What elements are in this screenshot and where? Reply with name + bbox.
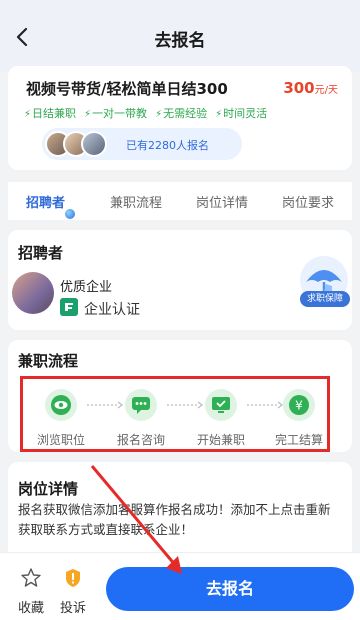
tab-requirements[interactable]: 岗位要求 bbox=[282, 192, 334, 211]
step-connector bbox=[87, 401, 123, 409]
step-label: 开始兼职 bbox=[196, 433, 245, 447]
tag: ⚡一对一带教 bbox=[84, 107, 148, 120]
step-connector bbox=[167, 401, 203, 409]
chat-icon bbox=[125, 389, 157, 421]
recruiter-name: 优质企业 bbox=[60, 280, 113, 295]
recruiter-section-title: 招聘者 bbox=[18, 244, 64, 262]
tab-recruiter[interactable]: 招聘者 bbox=[26, 192, 65, 211]
job-summary-card: 视频号带货/轻松简单日结300 300元/天 ⚡日结兼职 ⚡一对一带教 ⚡无需经… bbox=[8, 66, 352, 170]
monitor-icon bbox=[205, 389, 237, 421]
svg-text:¥: ¥ bbox=[295, 399, 303, 413]
step-connector bbox=[247, 401, 283, 409]
top-bar: 去报名 bbox=[0, 0, 360, 72]
recruiter-card: 招聘者 优质企业 企业认证 求职保障 bbox=[8, 230, 352, 330]
favorite-label: 收藏 bbox=[17, 601, 44, 616]
company-verified-icon bbox=[60, 298, 78, 316]
bolt-icon: ⚡ bbox=[155, 109, 163, 120]
job-tags: ⚡日结兼职 ⚡一对一带教 ⚡无需经验 ⚡时间灵活 bbox=[24, 105, 275, 121]
tab-details[interactable]: 岗位详情 bbox=[196, 192, 248, 211]
tab-process[interactable]: 兼职流程 bbox=[110, 192, 162, 211]
eye-icon bbox=[45, 389, 77, 421]
salary-amount: 300 bbox=[283, 79, 315, 97]
warning-shield-icon bbox=[66, 569, 80, 587]
avatar[interactable] bbox=[12, 272, 54, 314]
process-highlight-box: 浏览职位 报名咨询 开始兼职 ¥ 完工结算 bbox=[20, 376, 330, 452]
active-tab-indicator bbox=[65, 209, 75, 219]
details-card: 岗位详情 报名获取微信添加客服算作报名成功！添加不上点击重新获取联系方式或直接联… bbox=[8, 462, 352, 562]
tag: ⚡时间灵活 bbox=[215, 107, 268, 120]
bottom-action-bar: 收藏 投诉 去报名 bbox=[0, 552, 360, 620]
complaint-button[interactable]: 投诉 bbox=[56, 567, 90, 616]
process-section-title: 兼职流程 bbox=[18, 352, 79, 370]
favorite-button[interactable]: 收藏 bbox=[14, 567, 48, 616]
star-icon bbox=[21, 568, 41, 587]
process-step: 开始兼职 bbox=[189, 379, 253, 448]
job-title: 视频号带货/轻松简单日结300 bbox=[26, 80, 228, 98]
process-step: 报名咨询 bbox=[109, 379, 173, 448]
details-text: 报名获取微信添加客服算作报名成功！添加不上点击重新获取联系方式或直接联系企业！ bbox=[18, 502, 331, 537]
avatar bbox=[81, 131, 107, 157]
complaint-label: 投诉 bbox=[59, 601, 86, 616]
guarantee-label[interactable]: 求职保障 bbox=[300, 291, 350, 307]
section-tabs: 招聘者 兼职流程 岗位详情 岗位要求 bbox=[8, 182, 352, 220]
step-label: 报名咨询 bbox=[116, 433, 165, 447]
applicants-pill: 已有2280人报名 bbox=[42, 128, 242, 160]
applicant-avatars bbox=[45, 131, 107, 157]
verification-label: 企业认证 bbox=[84, 302, 140, 318]
details-section-title: 岗位详情 bbox=[18, 480, 79, 498]
process-step: ¥ 完工结算 bbox=[267, 379, 331, 448]
page-title: 去报名 bbox=[154, 31, 206, 51]
applied-count: 已有2280人报名 bbox=[126, 139, 209, 152]
tag: ⚡无需经验 bbox=[155, 107, 208, 120]
salary: 300元/天 bbox=[283, 79, 338, 97]
bolt-icon: ⚡ bbox=[24, 109, 32, 120]
tag: ⚡日结兼职 bbox=[24, 107, 77, 120]
process-step: 浏览职位 bbox=[29, 379, 93, 448]
step-label: 浏览职位 bbox=[36, 433, 85, 447]
apply-button[interactable]: 去报名 bbox=[106, 567, 354, 611]
bolt-icon: ⚡ bbox=[84, 109, 92, 120]
salary-unit: 元/天 bbox=[314, 85, 338, 96]
bolt-icon: ⚡ bbox=[215, 109, 223, 120]
step-label: 完工结算 bbox=[274, 433, 323, 447]
yen-icon: ¥ bbox=[283, 389, 315, 421]
